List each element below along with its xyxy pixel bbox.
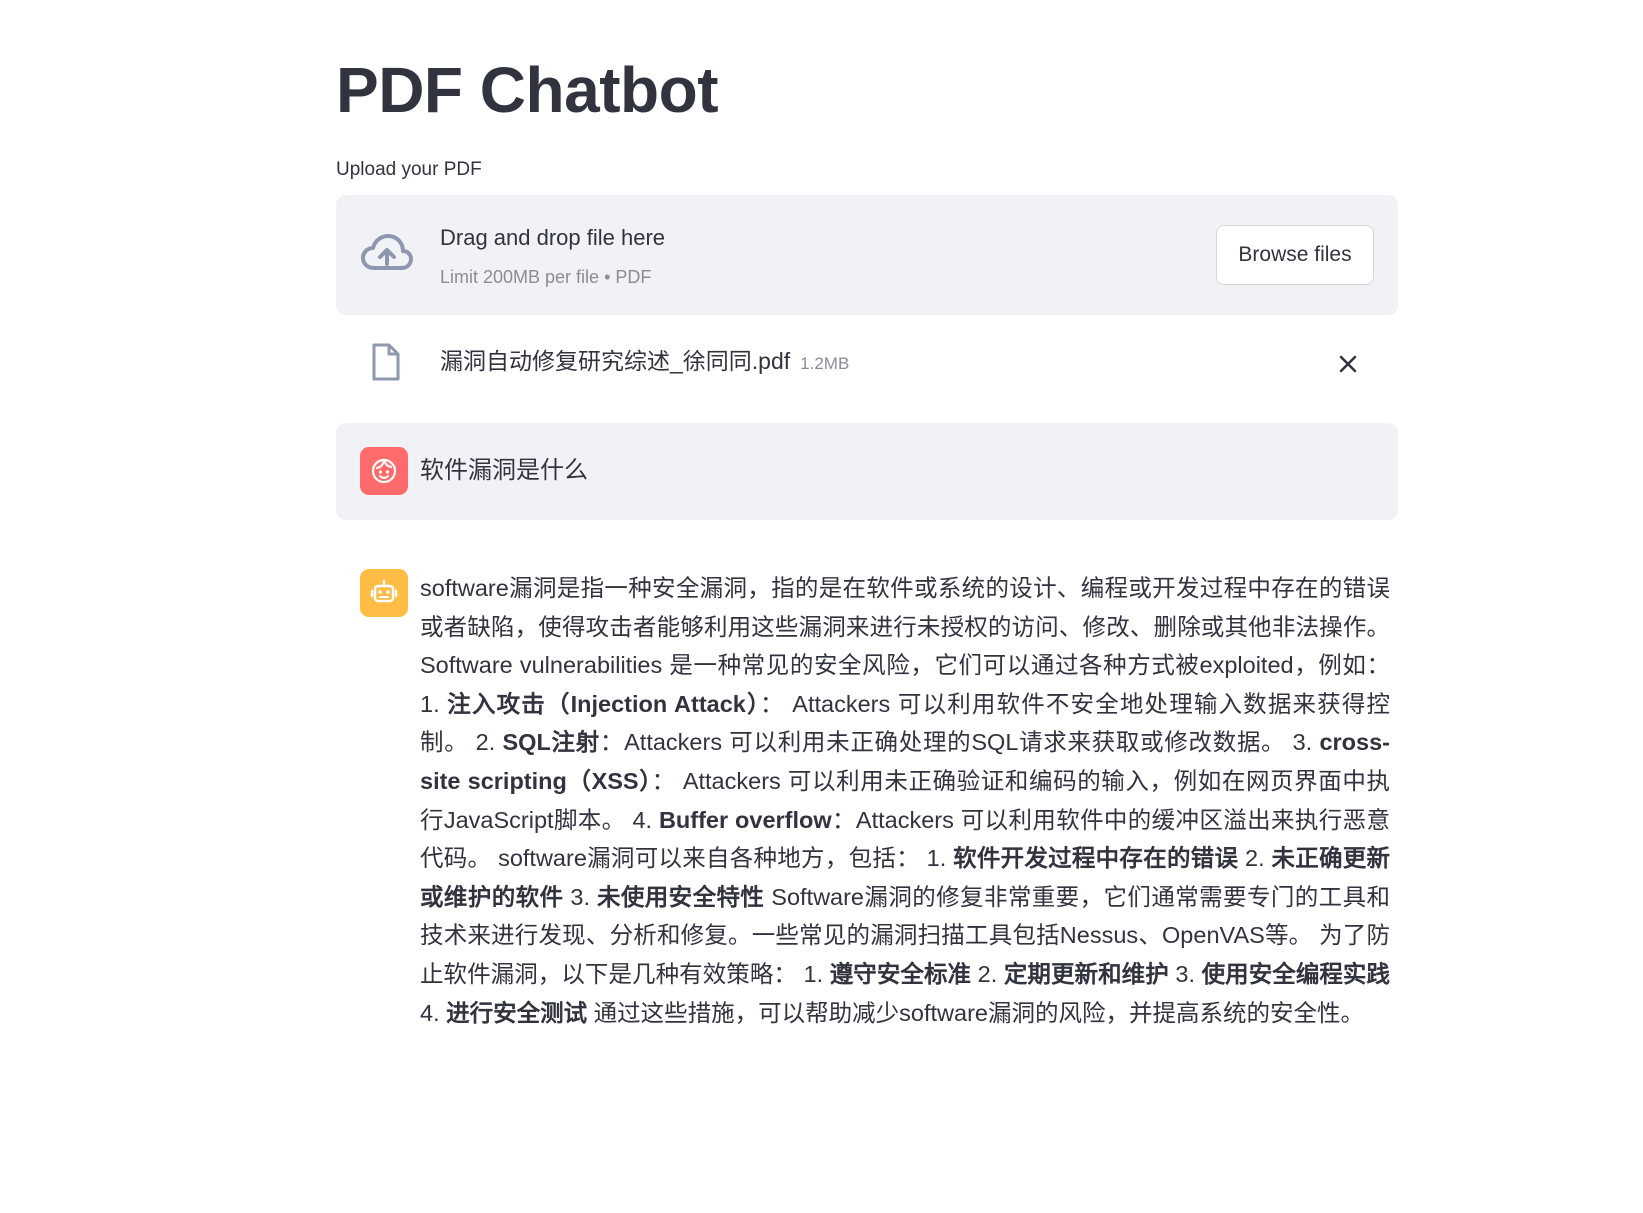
file-size: 1.2MB xyxy=(800,354,850,373)
text-run: 通过这些措施，可以帮助减少software漏洞的风险，并提高系统的安全性。 xyxy=(587,999,1364,1026)
bold-text-run: 注入攻击（Injection Attack） xyxy=(447,690,760,717)
remove-file-button[interactable] xyxy=(1334,350,1362,378)
user-avatar xyxy=(360,447,408,495)
dropzone-limit: Limit 200MB per file • PDF xyxy=(440,267,652,287)
user-message-text: 软件漏洞是什么 xyxy=(420,457,588,484)
robot-icon xyxy=(370,579,398,603)
file-dropzone[interactable]: Drag and drop file here Limit 200MB per … xyxy=(336,195,1398,315)
bold-text-run: 软件开发过程中存在的错误 xyxy=(953,845,1239,872)
assistant-avatar xyxy=(360,569,408,617)
uploaded-file-item: 漏洞自动修复研究综述_徐同同.pdf 1.2MB xyxy=(336,336,1398,392)
file-name: 漏洞自动修复研究综述_徐同同.pdf 1.2MB xyxy=(440,346,849,379)
bold-text-run: 定期更新和维护 xyxy=(1003,960,1169,987)
dropzone-instructions: Drag and drop file here Limit 200MB per … xyxy=(440,223,665,289)
cloud-upload-icon xyxy=(361,234,413,270)
close-icon xyxy=(1339,355,1357,373)
text-run: ：Attackers 可以利用未正确处理的SQL请求来获取或修改数据。 3. xyxy=(599,729,1320,756)
bold-text-run: Buffer overflow xyxy=(658,806,832,833)
bold-text-run: 遵守安全标准 xyxy=(829,960,972,987)
user-chat-message: 软件漏洞是什么 xyxy=(336,423,1398,520)
file-icon xyxy=(372,343,400,381)
browse-files-button[interactable]: Browse files xyxy=(1216,225,1374,285)
bold-text-run: 进行安全测试 xyxy=(446,999,588,1026)
text-run: 4. xyxy=(420,999,447,1026)
bold-text-run: 未使用安全特性 xyxy=(596,883,765,910)
text-run: 2. xyxy=(971,960,1004,987)
text-run: 3. xyxy=(1168,960,1202,987)
page-title: PDF Chatbot xyxy=(336,54,719,126)
bold-text-run: 使用安全编程实践 xyxy=(1201,960,1390,987)
assistant-message-text: software漏洞是指一种安全漏洞，指的是在软件或系统的设计、编程或开发过程中… xyxy=(420,569,1390,1032)
upload-label: Upload your PDF xyxy=(336,159,482,180)
dropzone-title: Drag and drop file here xyxy=(440,225,666,250)
file-name-text: 漏洞自动修复研究综述_徐同同.pdf xyxy=(440,348,791,374)
bold-text-run: SQL注射 xyxy=(502,729,600,756)
text-run: 3. xyxy=(563,883,597,910)
smiley-face-icon xyxy=(371,458,397,484)
text-run: 2. xyxy=(1238,845,1272,872)
